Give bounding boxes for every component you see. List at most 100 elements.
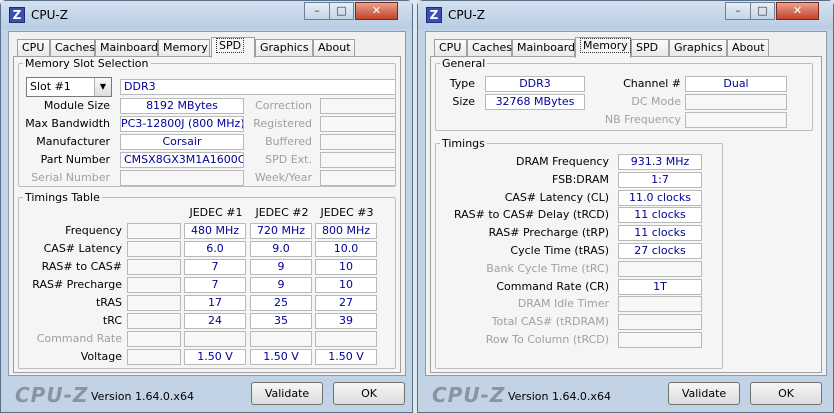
tab-spd[interactable]: SPD (211, 37, 255, 58)
client-area: CPU Caches Mainboard Memory SPD Graphics… (425, 31, 827, 376)
registered-value (320, 116, 396, 132)
ras-to-cas-delay-trcd-value: 11 clocks (618, 207, 702, 224)
trc-jedec3-value: 39 (315, 313, 377, 329)
ras-precharge-jedec3-value: 10 (315, 277, 377, 293)
cas-latency-jedec2-value: 9.0 (250, 241, 312, 257)
cycle-time-tras-label: Cycle Time (tRAS) (510, 244, 609, 257)
cycle-time-tras-value: 27 clocks (618, 243, 702, 259)
ras-to-cas-jedec1-value: 7 (184, 259, 246, 275)
group-legend: Memory Slot Selection (25, 57, 149, 70)
dram-idle-timer-value (618, 296, 702, 313)
dram-idle-timer-label: DRAM Idle Timer (517, 297, 609, 311)
ras-to-cas-jedec2-value: 9 (250, 259, 312, 275)
manufacturer-value: Corsair (120, 134, 244, 150)
spd-ext-label: SPD Ext. (265, 153, 312, 166)
tab-about[interactable]: About (313, 39, 355, 57)
bank-cycle-time-trc-value (618, 260, 702, 277)
minimize-button[interactable]: – (725, 2, 751, 20)
command-rate-cr-value: 1T (618, 278, 702, 295)
group-legend: Timings (442, 137, 485, 150)
voltage-jedec1-value: 1.50 V (184, 349, 246, 365)
spd-panel: Memory Slot Selection Slot #1 ▼ DDR3 Mod… (13, 56, 401, 373)
cas-latency-cl-value: 11.0 clocks (618, 189, 702, 206)
tras-jedec1-value: 17 (184, 295, 246, 311)
tab-caches[interactable]: Caches (50, 39, 95, 57)
trc-label: tRC (102, 314, 122, 327)
tab-memory[interactable]: Memory (158, 39, 210, 57)
ok-button[interactable]: OK (750, 382, 822, 405)
registered-label: Registered (253, 117, 312, 130)
tras-label: tRAS (95, 296, 122, 309)
title-bar[interactable]: Z CPU-Z – □ ✕ (418, 1, 833, 29)
buffered-label: Buffered (265, 135, 312, 148)
nb-frequency-label: NB Frequency (604, 113, 681, 126)
part-number-label: Part Number (40, 153, 110, 166)
cas-latency-cl-label: CAS# Latency (CL) (504, 190, 609, 204)
slot-select-value: Slot #1 (30, 80, 71, 93)
serial-number-label: Serial Number (31, 171, 110, 184)
trc-jedec1-value: 24 (184, 313, 246, 329)
spd-ext-value (320, 152, 396, 168)
tab-graphics[interactable]: Graphics (255, 39, 313, 57)
ras-precharge-trp-label: RAS# Precharge (tRP) (488, 226, 609, 240)
version-text: Version 1.64.0.x64 (91, 390, 194, 403)
trc-jedec2-value: 35 (250, 313, 312, 329)
tab-mainboard[interactable]: Mainboard (95, 39, 158, 57)
max-bandwidth-label: Max Bandwidth (25, 117, 110, 130)
tab-cpu[interactable]: CPU (434, 39, 467, 57)
voltage-label: Voltage (80, 350, 122, 363)
frequency-label: Frequency (65, 224, 122, 237)
ras-to-cas-delay-trcd-label: RAS# to CAS# Delay (tRCD) (453, 208, 609, 222)
voltage-jedec3-value: 1.50 V (315, 349, 377, 365)
maximize-button[interactable]: □ (750, 2, 775, 20)
total-cas-trdram-label: Total CAS# (tRDRAM) (491, 315, 609, 329)
tab-mainboard[interactable]: Mainboard (512, 39, 575, 57)
tab-about[interactable]: About (727, 39, 769, 57)
tras-jedec3-value: 27 (315, 295, 377, 311)
unused-cell (127, 313, 181, 329)
cas-latency-label: CAS# Latency (43, 242, 122, 255)
title-bar[interactable]: Z CPU-Z – □ ✕ (1, 1, 412, 29)
frequency-jedec3-value: 800 MHz (315, 223, 377, 239)
dc-mode-value (685, 94, 787, 110)
frequency-jedec1-value: 480 MHz (184, 223, 246, 239)
cpuz-app-icon: Z (426, 7, 442, 23)
unused-cell (127, 259, 181, 275)
dram-frequency-label: DRAM Frequency (515, 155, 609, 168)
close-button[interactable]: ✕ (355, 2, 398, 20)
version-text: Version 1.64.0.x64 (508, 390, 611, 403)
unused-cell (127, 223, 181, 239)
minimize-button[interactable]: – (304, 2, 330, 20)
validate-button[interactable]: Validate (251, 382, 323, 405)
unused-cell (127, 277, 181, 293)
maximize-button[interactable]: □ (329, 2, 354, 20)
ras-precharge-label: RAS# Precharge (32, 278, 122, 291)
ok-button[interactable]: OK (333, 382, 405, 405)
manufacturer-label: Manufacturer (36, 135, 110, 148)
close-button[interactable]: ✕ (776, 2, 819, 20)
chevron-down-icon[interactable]: ▼ (94, 78, 111, 96)
cpuz-app-icon: Z (9, 7, 25, 23)
footer: CPU-Z Version 1.64.0.x64 Validate OK (418, 377, 833, 413)
cpuz-logo: CPU-Z (432, 383, 506, 407)
tab-caches[interactable]: Caches (467, 39, 512, 57)
ras-precharge-trp-value: 11 clocks (618, 225, 702, 242)
ras-precharge-jedec1-value: 7 (184, 277, 246, 293)
buffered-value (320, 134, 396, 150)
size-label: Size (452, 95, 475, 108)
ras-to-cas-label: RAS# to CAS# (41, 260, 122, 273)
column-header-jedec1: JEDEC #1 (189, 206, 243, 219)
column-header-jedec2: JEDEC #2 (255, 206, 309, 219)
validate-button[interactable]: Validate (668, 382, 740, 405)
nb-frequency-value (685, 112, 787, 128)
week-year-label: Week/Year (254, 171, 312, 184)
slot-select[interactable]: Slot #1 ▼ (26, 77, 112, 97)
serial-number-value (120, 170, 244, 186)
cpuz-window-memory: Z CPU-Z – □ ✕ CPU Caches Mainboard Memor… (417, 0, 834, 413)
tab-cpu[interactable]: CPU (17, 39, 50, 57)
cas-latency-jedec1-value: 6.0 (184, 241, 246, 257)
tab-memory[interactable]: Memory (575, 37, 631, 58)
tab-spd[interactable]: SPD (631, 39, 669, 57)
tab-graphics[interactable]: Graphics (669, 39, 727, 57)
dram-frequency-value: 931.3 MHz (618, 154, 702, 170)
